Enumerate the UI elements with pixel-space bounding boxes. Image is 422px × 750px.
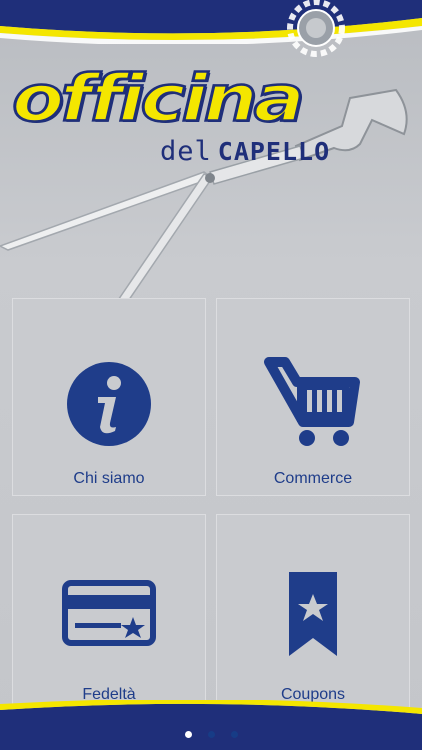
page-indicator[interactable]	[0, 728, 422, 740]
tile-label: Commerce	[273, 470, 353, 487]
logo-sub-del: del	[160, 136, 212, 167]
page-dot-1[interactable]	[184, 730, 192, 738]
coupon-ribbon-icon	[289, 572, 337, 656]
page-dot-3[interactable]	[230, 730, 238, 738]
logo-sub-capello: CAPELLO	[217, 137, 331, 166]
bottom-footer-band	[0, 700, 422, 750]
tile-fedelta[interactable]: Fedeltà	[12, 514, 206, 712]
info-icon	[67, 362, 151, 446]
top-header-band	[0, 0, 422, 44]
tile-label: Chi siamo	[73, 470, 145, 487]
menu-grid: Chi siamo Commerce Fedeltà Coupons	[12, 298, 410, 714]
tile-coupons[interactable]: Coupons	[216, 514, 410, 712]
page-dot-2[interactable]	[207, 730, 215, 738]
loyalty-card-icon	[62, 580, 156, 646]
shopping-cart-icon	[264, 357, 360, 446]
tile-chi-siamo[interactable]: Chi siamo	[12, 298, 206, 496]
logo-title: officina	[11, 59, 307, 137]
app-logo: officina del CAPELLO	[0, 40, 422, 170]
tile-commerce[interactable]: Commerce	[216, 298, 410, 496]
logo-subtitle: del CAPELLO	[160, 136, 330, 168]
